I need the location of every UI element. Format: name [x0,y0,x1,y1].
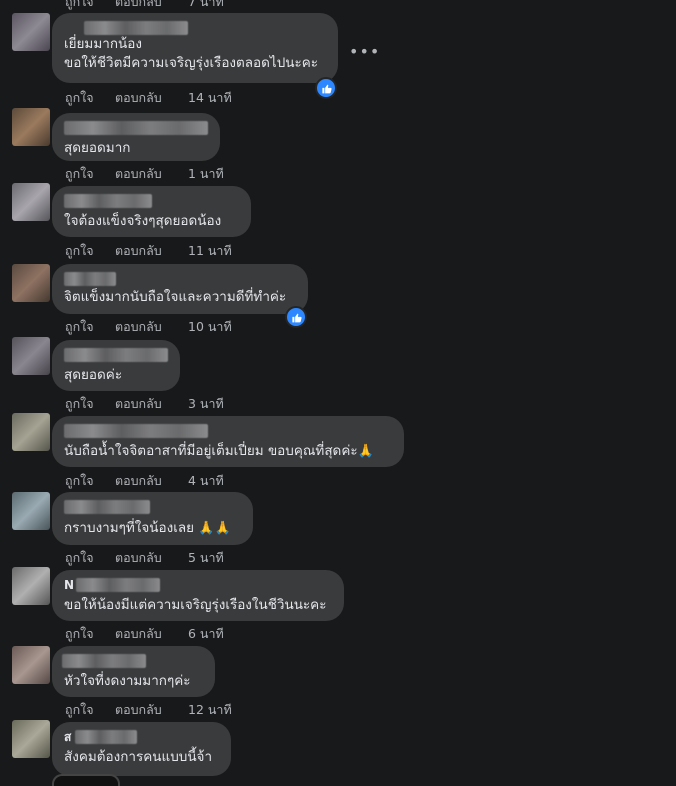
comment-meta: ถูกใจ ตอบกลับ 3 นาที [65,394,224,414]
comment-bubble: นับถือน้ำใจจิตอาสาที่มีอยู่เต็มเปี่ยม ขอ… [52,416,404,467]
reply-link[interactable]: ตอบกลับ [115,394,188,414]
commenter-name[interactable] [84,21,188,35]
commenter-name[interactable] [64,348,168,362]
reply-link[interactable]: ตอบกลับ [115,241,188,261]
comment-meta: ถูกใจ ตอบกลับ 12 นาที [65,700,232,720]
reply-link[interactable]: ตอบกลับ [115,700,188,720]
commenter-name-initial[interactable]: ส [64,730,71,744]
reply-link[interactable]: ตอบกลับ [115,317,188,337]
avatar[interactable] [12,646,50,684]
comment-meta: ถูกใจ ตอบกลับ 4 นาที [65,471,224,491]
comment-meta: ถูกใจ ตอบกลับ 11 นาที [65,241,232,261]
like-reaction-icon[interactable] [315,77,337,99]
comment-text: จิตแข็งมากนับถือใจและความดีที่ทำค่ะ [64,289,287,305]
comment-bubble: หัวใจที่งดงามมากๆค่ะ [52,646,215,697]
like-link[interactable]: ถูกใจ [65,394,115,414]
timestamp[interactable]: 7 นาที [188,0,224,12]
avatar[interactable] [52,774,120,786]
timestamp[interactable]: 11 นาที [188,241,232,261]
like-link[interactable]: ถูกใจ [65,0,115,12]
timestamp[interactable]: 10 นาที [188,317,232,337]
commenter-name[interactable] [64,500,150,514]
comment-bubble: N ขอให้น้องมีแต่ความเจริญรุ่งเรืองในชีวิ… [52,570,344,621]
comment-bubble: ใจต้องแข็งจริงๆสุดยอดน้อง [52,186,251,237]
avatar[interactable] [12,720,50,758]
comment-meta: ถูกใจ ตอบกลับ 14 นาที [65,88,232,108]
like-link[interactable]: ถูกใจ [65,317,115,337]
comment-meta-top: ถูกใจ ตอบกลับ 7 นาที [65,0,224,12]
comment-meta: ถูกใจ ตอบกลับ 10 นาที [65,317,232,337]
comment-bubble: เยี่ยมมากน้อง ขอให้ชีวิตมีความเจริญรุ่งเ… [52,13,338,83]
comment-bubble: จิตแข็งมากนับถือใจและความดีที่ทำค่ะ [52,264,308,314]
comment-bubble: กราบงามๆที่ใจน้องเลย 🙏🙏 [52,492,253,545]
comment-text: ขอให้น้องมีแต่ความเจริญรุ่งเรืองในชีวินน… [64,597,327,613]
like-link[interactable]: ถูกใจ [65,88,115,108]
more-horizontal-icon[interactable]: ••• [349,42,380,61]
comment-text: นับถือน้ำใจจิตอาสาที่มีอยู่เต็มเปี่ยม ขอ… [64,443,374,459]
avatar[interactable] [12,567,50,605]
like-link[interactable]: ถูกใจ [65,548,115,568]
comment-text: หัวใจที่งดงามมากๆค่ะ [64,673,191,689]
comment-text: กราบงามๆที่ใจน้องเลย 🙏🙏 [64,520,231,536]
avatar[interactable] [12,183,50,221]
commenter-name[interactable] [64,121,208,135]
like-link[interactable]: ถูกใจ [65,624,115,644]
comment-text: ใจต้องแข็งจริงๆสุดยอดน้อง [64,213,222,229]
comment-meta: ถูกใจ ตอบกลับ 1 นาที [65,164,224,184]
comment-bubble: สุดยอดมาก [52,113,220,161]
comment-text: สุดยอดค่ะ [64,367,123,383]
avatar[interactable] [12,337,50,375]
like-link[interactable]: ถูกใจ [65,471,115,491]
avatar[interactable] [12,492,50,530]
reply-link[interactable]: ตอบกลับ [115,548,188,568]
like-link[interactable]: ถูกใจ [65,241,115,261]
timestamp[interactable]: 14 นาที [188,88,232,108]
timestamp[interactable]: 12 นาที [188,700,232,720]
timestamp[interactable]: 3 นาที [188,394,224,414]
commenter-name[interactable] [64,424,208,438]
reply-link[interactable]: ตอบกลับ [115,624,188,644]
timestamp[interactable]: 5 นาที [188,548,224,568]
comment-bubble: ส สังคมต้องการคนแบบนี้จ้า [52,722,231,776]
comment-meta: ถูกใจ ตอบกลับ 6 นาที [65,624,224,644]
timestamp[interactable]: 6 นาที [188,624,224,644]
avatar[interactable] [12,264,50,302]
commenter-name[interactable] [64,272,116,286]
like-reaction-icon[interactable] [285,306,307,328]
folded-hands-emoji-icon: 🙏🙏 [198,521,231,536]
like-link[interactable]: ถูกใจ [65,700,115,720]
timestamp[interactable]: 1 นาที [188,164,224,184]
like-link[interactable]: ถูกใจ [65,164,115,184]
comment-text: สุดยอดมาก [64,140,131,156]
reply-link[interactable]: ตอบกลับ [115,471,188,491]
avatar[interactable] [12,108,50,146]
comment-text: ขอให้ชีวิตมีความเจริญรุ่งเรืองตลอดไปนะคะ [64,55,319,71]
reply-link[interactable]: ตอบกลับ [115,164,188,184]
timestamp[interactable]: 4 นาที [188,471,224,491]
folded-hands-emoji-icon: 🙏 [357,444,374,459]
reply-link[interactable]: ตอบกลับ [115,0,188,12]
commenter-name[interactable] [64,194,152,208]
commenter-name-initial[interactable]: N [64,578,74,592]
comment-meta: ถูกใจ ตอบกลับ 5 นาที [65,548,224,568]
comment-text: สังคมต้องการคนแบบนี้จ้า [64,749,213,765]
comment-bubble: สุดยอดค่ะ [52,340,180,391]
commenter-name[interactable] [75,730,138,744]
comment-text: เยี่ยมมากน้อง [64,36,142,52]
commenter-name[interactable] [76,578,161,592]
commenter-name[interactable] [62,654,146,668]
avatar[interactable] [12,13,50,51]
reply-link[interactable]: ตอบกลับ [115,88,188,108]
avatar[interactable] [12,413,50,451]
